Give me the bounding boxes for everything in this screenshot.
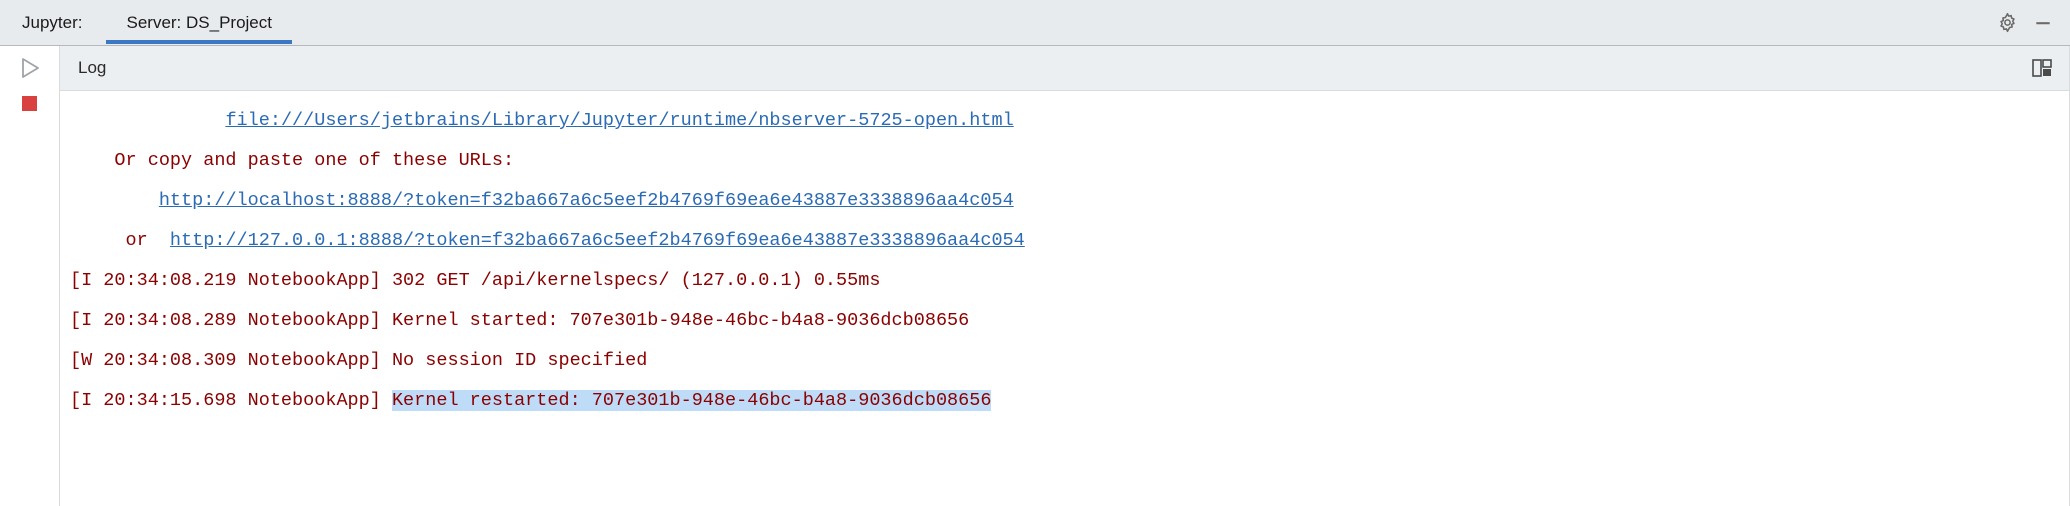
highlighted-text: Kernel restarted: 707e301b-948e-46bc-b4a…: [392, 390, 992, 411]
gutter-toolbar: [0, 46, 60, 506]
gear-icon[interactable]: [1992, 8, 2022, 38]
log-header: Log: [60, 46, 2069, 91]
log-line: [I 20:34:08.219 NotebookApp] 302 GET /ap…: [70, 270, 880, 291]
layout-settings-icon[interactable]: [2027, 53, 2057, 83]
play-icon[interactable]: [21, 58, 39, 78]
log-line: [W 20:34:08.309 NotebookApp] No session …: [70, 350, 647, 371]
log-line: http://localhost:8888/?token=f32ba667a6c…: [70, 190, 1014, 211]
log-line: [I 20:34:15.698 NotebookApp] Kernel rest…: [70, 390, 991, 411]
tool-window-tab-bar: Jupyter: Server: DS_Project: [0, 0, 2070, 46]
log-label: Log: [78, 58, 106, 78]
log-panel: Log file:///Users/jetbrains/Library/Jupy…: [60, 46, 2070, 506]
log-line: or http://127.0.0.1:8888/?token=f32ba667…: [70, 230, 1025, 251]
log-line: [I 20:34:08.289 NotebookApp] Kernel star…: [70, 310, 969, 331]
minimize-icon[interactable]: [2028, 8, 2058, 38]
file-url-link[interactable]: file:///Users/jetbrains/Library/Jupyter/…: [225, 110, 1013, 131]
console-output[interactable]: file:///Users/jetbrains/Library/Jupyter/…: [60, 91, 2069, 506]
tab-jupyter[interactable]: Jupyter:: [18, 3, 100, 43]
ip-url-link[interactable]: http://127.0.0.1:8888/?token=f32ba667a6c…: [170, 230, 1025, 251]
localhost-url-link[interactable]: http://localhost:8888/?token=f32ba667a6c…: [159, 190, 1014, 211]
stop-icon[interactable]: [22, 96, 37, 111]
tab-server[interactable]: Server: DS_Project: [108, 3, 290, 43]
main-area: Log file:///Users/jetbrains/Library/Jupy…: [0, 46, 2070, 506]
log-line: Or copy and paste one of these URLs:: [70, 150, 514, 171]
log-line: file:///Users/jetbrains/Library/Jupyter/…: [70, 110, 1014, 131]
